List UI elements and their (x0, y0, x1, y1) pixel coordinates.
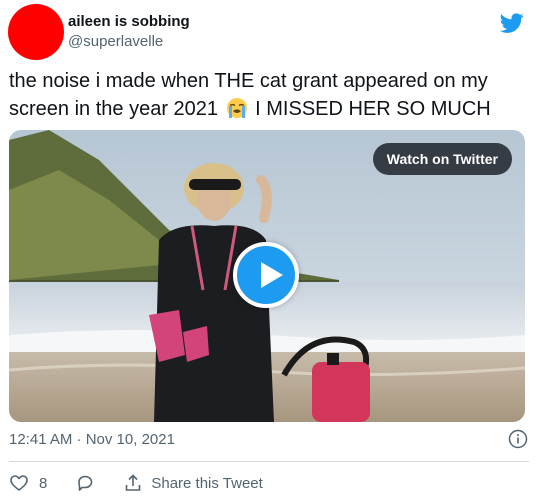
tweet-card: aileen is sobbing @superlavelle the nois… (0, 0, 538, 501)
info-icon[interactable] (508, 429, 528, 449)
user-handle[interactable]: @superlavelle (68, 33, 190, 51)
watch-on-twitter-button[interactable]: Watch on Twitter (372, 143, 512, 175)
heart-icon (10, 475, 28, 491)
divider (9, 461, 529, 462)
twitter-bird-icon[interactable] (500, 11, 524, 35)
tweet-timestamp[interactable]: 12:41 AM · Nov 10, 2021 (9, 431, 175, 448)
like-count: 8 (39, 474, 48, 492)
tweet-text-part-2: I MISSED HER SO MUCH (255, 98, 491, 120)
like-button[interactable]: 8 (9, 473, 47, 493)
loudly-crying-face-icon (226, 98, 247, 118)
play-icon[interactable] (233, 242, 299, 308)
author-info[interactable]: aileen is sobbing @superlavelle (68, 13, 190, 51)
share-tweet-button[interactable]: Share this Tweet (123, 473, 263, 493)
reply-icon (78, 475, 93, 491)
share-icon (126, 474, 141, 491)
tweet-text: the noise i made when THE cat grant appe… (9, 67, 529, 123)
share-label: Share this Tweet (151, 474, 263, 492)
display-name[interactable]: aileen is sobbing (68, 13, 190, 31)
video-player[interactable]: Watch on Twitter (9, 130, 525, 422)
action-bar: 8 Share this Tweet (9, 472, 263, 494)
avatar[interactable] (8, 4, 64, 60)
reply-button[interactable] (75, 473, 95, 493)
